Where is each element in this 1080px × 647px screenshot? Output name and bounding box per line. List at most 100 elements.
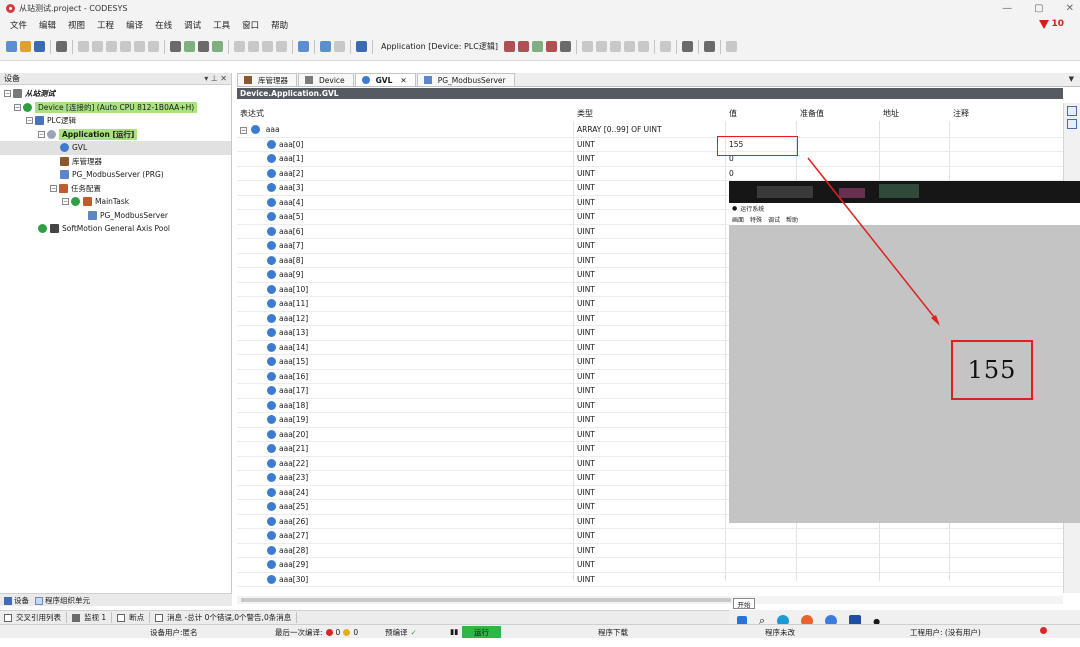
next-statement-icon[interactable]: [659, 41, 671, 52]
runtime-menu-screen[interactable]: 画面: [732, 215, 744, 224]
tab-device[interactable]: Device: [298, 73, 354, 86]
clear-bookmarks-icon[interactable]: [276, 41, 287, 52]
write-values-icon[interactable]: [681, 41, 693, 52]
active-application-selector[interactable]: Application [Device: PLC逻辑]: [381, 41, 498, 52]
menu-window[interactable]: 窗口: [242, 19, 259, 31]
runtime-menu-special[interactable]: 特殊: [750, 215, 762, 224]
undo-icon[interactable]: [78, 41, 89, 52]
logout-icon[interactable]: [517, 41, 529, 52]
table-row[interactable]: aaa[29] UINT: [237, 558, 1063, 573]
run-to-cursor-icon[interactable]: [637, 41, 649, 52]
menu-edit[interactable]: 编辑: [39, 19, 56, 31]
tree-item-project[interactable]: − 从站测试: [0, 87, 231, 101]
redo-icon[interactable]: [92, 41, 103, 52]
tab-pou[interactable]: 程序组织单元: [35, 595, 90, 606]
unforce-values-icon[interactable]: [725, 41, 737, 52]
tab-breakpoints[interactable]: 断点: [117, 612, 151, 623]
table-row-array[interactable]: − aaa ARRAY [0..99] OF UINT: [237, 123, 1063, 138]
menu-online[interactable]: 在线: [155, 19, 172, 31]
compile-icon[interactable]: [320, 41, 331, 52]
paste-icon[interactable]: [134, 41, 145, 52]
tabs-dropdown-icon[interactable]: ▼: [1069, 75, 1074, 83]
menu-build[interactable]: 编译: [126, 19, 143, 31]
collapse-icon[interactable]: −: [62, 198, 69, 206]
toggle-bookmark-icon[interactable]: [234, 41, 245, 52]
col-type[interactable]: 类型: [577, 108, 593, 119]
replace-icon[interactable]: [198, 41, 209, 52]
col-value[interactable]: 值: [729, 108, 737, 119]
toolbox-icon[interactable]: [1067, 119, 1077, 129]
prev-bookmark-icon[interactable]: [262, 41, 273, 52]
tab-watch-1[interactable]: 监视 1: [72, 612, 113, 623]
col-address[interactable]: 地址: [883, 108, 899, 119]
next-bookmark-icon[interactable]: [248, 41, 259, 52]
table-row[interactable]: aaa[1] UINT 0: [237, 152, 1063, 167]
tab-messages[interactable]: 消息 -总计 0个错误,0个警告,0条消息: [155, 612, 298, 623]
generate-code-icon[interactable]: [334, 41, 345, 52]
open-project-icon[interactable]: [20, 41, 31, 52]
copy-icon[interactable]: [120, 41, 131, 52]
tab-gvl[interactable]: GVL ✕: [354, 73, 416, 86]
start-button[interactable]: 开始: [733, 598, 755, 609]
close-tab-icon[interactable]: ✕: [400, 76, 406, 85]
table-row[interactable]: aaa[28] UINT: [237, 544, 1063, 558]
delete-icon[interactable]: [148, 41, 159, 52]
menu-help[interactable]: 帮助: [271, 19, 288, 31]
runtime-menu-debug[interactable]: 调试: [768, 215, 780, 224]
close-button[interactable]: ✕: [1066, 3, 1074, 14]
message-flag[interactable]: 10: [1039, 19, 1064, 29]
collapse-icon[interactable]: −: [26, 117, 33, 125]
collapse-icon[interactable]: −: [38, 130, 45, 138]
bookmark-icon[interactable]: [212, 41, 223, 52]
cut-icon[interactable]: [106, 41, 117, 52]
find-icon[interactable]: [170, 41, 181, 52]
start-icon[interactable]: [531, 41, 543, 52]
variable-value[interactable]: 0: [729, 169, 734, 178]
tree-item-softmotion[interactable]: SoftMotion General Axis Pool: [0, 222, 231, 236]
tree-item-gvl[interactable]: GVL: [0, 141, 231, 155]
menu-tools[interactable]: 工具: [213, 19, 230, 31]
step-into-icon[interactable]: [609, 41, 621, 52]
reset-icon[interactable]: [559, 41, 571, 52]
tree-item-plc-logic[interactable]: − PLC逻辑: [0, 114, 231, 128]
login-icon[interactable]: [503, 41, 515, 52]
tree-item-device[interactable]: − Device [连接的] (Auto CPU 812-1B0AA+H): [0, 101, 231, 115]
step-over-icon[interactable]: [595, 41, 607, 52]
horizontal-scrollbar[interactable]: [237, 596, 1063, 604]
collapse-icon[interactable]: −: [4, 90, 11, 98]
table-row[interactable]: aaa[30] UINT: [237, 573, 1063, 587]
col-expression[interactable]: 表达式: [240, 108, 264, 119]
col-prepared-value[interactable]: 准备值: [800, 108, 824, 119]
panel-pin-controls[interactable]: ▾ ⊥ ✕: [204, 74, 227, 83]
table-row[interactable]: aaa[2] UINT 0: [237, 167, 1063, 181]
tab-pg-modbusserver[interactable]: PG_ModbusServer: [416, 73, 515, 86]
menu-project[interactable]: 工程: [97, 19, 114, 31]
tree-item-main-task[interactable]: − MainTask: [0, 195, 231, 209]
properties-icon[interactable]: [1067, 106, 1077, 116]
tree-item-task-prg[interactable]: PG_ModbusServer: [0, 209, 231, 223]
find-next-icon[interactable]: [184, 41, 195, 52]
menu-file[interactable]: 文件: [10, 19, 27, 31]
force-values-icon[interactable]: [703, 41, 715, 52]
collapse-icon[interactable]: −: [50, 184, 57, 192]
tree-item-pg-modbusserver[interactable]: PG_ModbusServer (PRG): [0, 168, 231, 182]
breakpoint-icon[interactable]: [581, 41, 593, 52]
menu-debug[interactable]: 调试: [184, 19, 201, 31]
menu-view[interactable]: 视图: [68, 19, 85, 31]
table-row[interactable]: aaa[0] UINT 155: [237, 138, 1063, 152]
print-icon[interactable]: [56, 41, 67, 52]
tree-item-application[interactable]: − Application [运行]: [0, 128, 231, 142]
tree-item-library-manager[interactable]: 库管理器: [0, 155, 231, 169]
table-row[interactable]: aaa[27] UINT: [237, 529, 1063, 544]
maximize-button[interactable]: ▢: [1034, 3, 1043, 14]
minimize-button[interactable]: —: [1002, 3, 1012, 14]
collapse-icon[interactable]: −: [240, 127, 247, 134]
tab-library-manager[interactable]: 库管理器: [237, 73, 297, 86]
tab-cross-reference[interactable]: 交叉引用列表: [4, 612, 67, 623]
col-comment[interactable]: 注释: [953, 108, 969, 119]
step-out-icon[interactable]: [623, 41, 635, 52]
collapse-icon[interactable]: −: [14, 103, 21, 111]
tree-item-task-config[interactable]: − 任务配置: [0, 182, 231, 196]
save-icon[interactable]: [34, 41, 45, 52]
status-precompile[interactable]: 预编译 ✓: [385, 627, 417, 638]
